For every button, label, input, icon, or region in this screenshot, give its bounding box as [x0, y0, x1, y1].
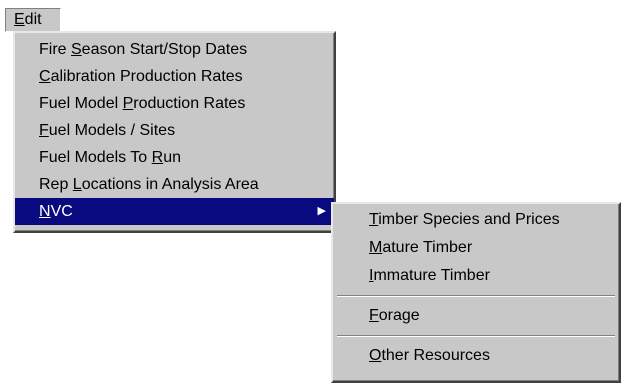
submenu-item-forage[interactable]: Forage	[333, 302, 619, 330]
menu-item-text: VC	[50, 203, 73, 220]
menu-item-text: alibration Production Rates	[50, 68, 243, 85]
menu-item-fuel-models-sites[interactable]: Fuel Models / Sites	[15, 117, 334, 144]
menubar-edit-label: dit	[24, 11, 42, 28]
menu-item-mnemonic: T	[369, 211, 379, 228]
menu-item-mnemonic: P	[122, 95, 134, 112]
menu-item-mnemonic: M	[369, 239, 383, 256]
menu-item-text: Rep	[39, 176, 73, 193]
nvc-submenu: Timber Species and Prices Mature Timber …	[331, 202, 621, 383]
menu-item-text: ature Timber	[382, 239, 473, 256]
menu-item-text: imber Species and Prices	[378, 211, 560, 228]
menu-item-mnemonic: C	[39, 68, 51, 85]
menu-item-text: Fire	[39, 41, 71, 58]
menu-item-calibration-production-rates[interactable]: Calibration Production Rates	[15, 63, 334, 90]
menu-item-text: eason Start/Stop Dates	[81, 41, 248, 58]
menu-separator	[333, 330, 619, 342]
menu-item-text: orage	[378, 307, 420, 324]
menu-item-fuel-models-to-run[interactable]: Fuel Models To Run	[15, 144, 334, 171]
menu-item-text: Fuel Model	[39, 95, 123, 112]
menu-item-mnemonic: L	[72, 176, 82, 193]
submenu-arrow-icon: ▶	[317, 205, 326, 217]
menu-item-text: ther Resources	[381, 347, 490, 364]
submenu-item-timber-species-prices[interactable]: Timber Species and Prices	[333, 206, 619, 234]
menubar-edit[interactable]: Edit	[5, 8, 61, 32]
submenu-item-immature-timber[interactable]: Immature Timber	[333, 262, 619, 290]
edit-menu: Fire Season Start/Stop Dates Calibration…	[13, 31, 336, 233]
menu-item-mnemonic: O	[369, 347, 382, 364]
menu-item-rep-locations[interactable]: Rep Locations in Analysis Area	[15, 171, 334, 198]
menu-item-fire-season-dates[interactable]: Fire Season Start/Stop Dates	[15, 36, 334, 63]
menu-item-mnemonic: R	[151, 149, 164, 166]
menubar-edit-mnemonic: E	[14, 11, 25, 28]
menu-item-mnemonic: F	[39, 122, 49, 139]
menu-item-text: ocations in Analysis Area	[81, 176, 259, 193]
menu-item-text: uel Models / Sites	[48, 122, 176, 139]
submenu-item-mature-timber[interactable]: Mature Timber	[333, 234, 619, 262]
menu-item-text: un	[163, 149, 182, 166]
menu-item-text: mmature Timber	[373, 267, 490, 284]
menu-item-nvc[interactable]: NVC ▶	[15, 198, 334, 225]
menu-item-mnemonic: F	[369, 307, 379, 324]
menu-item-text: Fuel Models To	[39, 149, 152, 166]
menu-separator	[333, 290, 619, 302]
menu-item-fuel-model-production-rates[interactable]: Fuel Model Production Rates	[15, 90, 334, 117]
submenu-item-other-resources[interactable]: Other Resources	[333, 342, 619, 370]
menu-item-mnemonic: S	[71, 41, 82, 58]
menu-item-mnemonic: N	[39, 203, 51, 220]
menu-item-text: roduction Rates	[133, 95, 246, 112]
